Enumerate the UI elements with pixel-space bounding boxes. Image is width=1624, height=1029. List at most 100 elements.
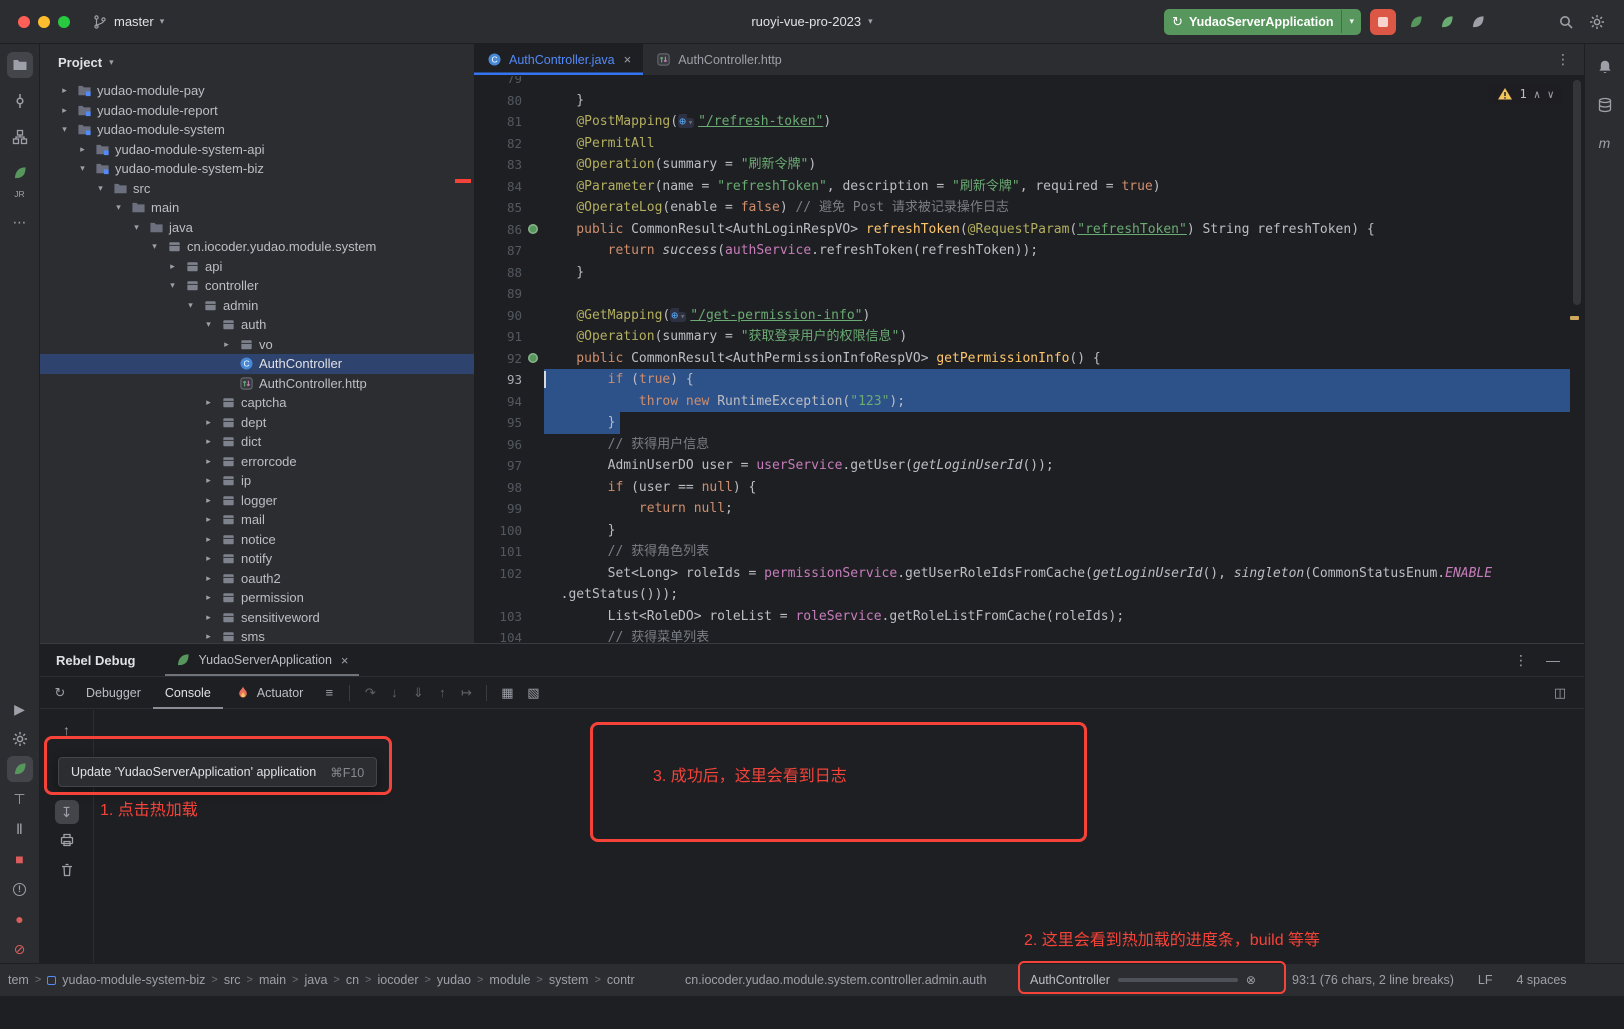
- line-number[interactable]: 91: [474, 326, 522, 348]
- debug-tab-console[interactable]: Console: [153, 677, 223, 709]
- tree-item-yudao-module-report[interactable]: ▸yudao-module-report: [40, 101, 474, 121]
- tree-item-cn-iocoder-yudao-module-system[interactable]: ▾cn.iocoder.yudao.module.system: [40, 237, 474, 257]
- chevron-open-icon[interactable]: ▾: [130, 222, 143, 233]
- code-line-83[interactable]: 83 @Operation(summary = "刷新令牌"): [474, 154, 1570, 176]
- tree-item-yudao-module-pay[interactable]: ▸yudao-module-pay: [40, 81, 474, 101]
- settings-gear-icon[interactable]: [1586, 11, 1608, 33]
- services-icon[interactable]: [7, 726, 33, 752]
- line-number[interactable]: 79: [474, 76, 522, 90]
- step-out-icon[interactable]: ↑: [430, 681, 454, 705]
- tree-item-yudao-module-system[interactable]: ▾yudao-module-system: [40, 120, 474, 140]
- chevron-closed-icon[interactable]: ▸: [202, 397, 215, 408]
- stop-button[interactable]: [1370, 9, 1396, 35]
- tab-authcontroller-java[interactable]: C AuthController.java ×: [474, 44, 643, 75]
- line-number[interactable]: 95: [474, 412, 522, 434]
- chevron-closed-icon[interactable]: ▸: [202, 495, 215, 506]
- line-number[interactable]: 90: [474, 305, 522, 327]
- tree-item-java[interactable]: ▾java: [40, 218, 474, 238]
- code-line-95[interactable]: 95 }: [474, 412, 1570, 434]
- layout-menu-icon[interactable]: ≡: [317, 681, 341, 705]
- tree-item-main[interactable]: ▾main: [40, 198, 474, 218]
- plugin-icon[interactable]: [1467, 11, 1489, 33]
- breadcrumb-item[interactable]: system: [549, 973, 589, 987]
- breadcrumb-item[interactable]: java: [304, 973, 327, 987]
- spring-bean-icon[interactable]: [522, 219, 544, 241]
- tab-options-kebab-icon[interactable]: ⋮: [1556, 51, 1584, 68]
- hide-panel-icon[interactable]: —: [1546, 652, 1560, 669]
- chevron-closed-icon[interactable]: ▸: [202, 456, 215, 467]
- line-number[interactable]: 87: [474, 240, 522, 262]
- tree-item-dept[interactable]: ▸dept: [40, 413, 474, 433]
- debug-tab-debugger[interactable]: Debugger: [74, 677, 153, 709]
- rerun-debug-icon[interactable]: ↻: [48, 681, 72, 705]
- line-number[interactable]: 82: [474, 133, 522, 155]
- notifications-icon[interactable]: [1592, 54, 1618, 80]
- more-tools-icon[interactable]: ⋯: [7, 209, 33, 235]
- code-line-100[interactable]: 100 }: [474, 520, 1570, 542]
- tree-item-logger[interactable]: ▸logger: [40, 491, 474, 511]
- split-window-icon[interactable]: ◫: [1548, 681, 1572, 705]
- caret-position-widget[interactable]: 93:1 (76 chars, 2 line breaks): [1292, 973, 1454, 987]
- database-icon[interactable]: [1592, 92, 1618, 118]
- line-number[interactable]: 89: [474, 283, 522, 305]
- minimize-window-button[interactable]: [38, 16, 50, 28]
- chevron-closed-icon[interactable]: ▸: [202, 592, 215, 603]
- tree-item-notify[interactable]: ▸notify: [40, 549, 474, 569]
- code-line-103[interactable]: 103 List<RoleDO> roleList = roleService.…: [474, 606, 1570, 628]
- tree-item-authcontroller[interactable]: CAuthController: [40, 354, 474, 374]
- chevron-closed-icon[interactable]: ▸: [202, 514, 215, 525]
- code-line-89[interactable]: 89: [474, 283, 1570, 305]
- code-line-87[interactable]: 87 return success(authService.refreshTok…: [474, 240, 1570, 262]
- chevron-closed-icon[interactable]: ▸: [202, 553, 215, 564]
- code-line-94[interactable]: 94 throw new RuntimeException("123");: [474, 391, 1570, 413]
- endpoints-icon[interactable]: ⊤: [7, 786, 33, 812]
- tree-item-mail[interactable]: ▸mail: [40, 510, 474, 530]
- jrebel-icon[interactable]: [7, 160, 33, 186]
- step-over-icon[interactable]: ↷: [358, 681, 382, 705]
- tab-authcontroller-http[interactable]: AuthController.http: [643, 44, 794, 75]
- tree-item-yudao-module-system-api[interactable]: ▸yudao-module-system-api: [40, 140, 474, 160]
- clear-all-icon[interactable]: [55, 858, 79, 882]
- chevron-open-icon[interactable]: ▾: [58, 124, 71, 135]
- rebel-debug-icon[interactable]: [7, 756, 33, 782]
- breadcrumb-item[interactable]: src: [224, 973, 241, 987]
- code-line-91[interactable]: 91 @Operation(summary = "获取登录用户的权限信息"): [474, 326, 1570, 348]
- tree-item-captcha[interactable]: ▸captcha: [40, 393, 474, 413]
- chevron-closed-icon[interactable]: ▸: [58, 105, 71, 116]
- more-options-kebab-icon[interactable]: ⋮: [1514, 652, 1528, 669]
- editor-scrollbar[interactable]: [1573, 80, 1581, 305]
- line-number[interactable]: 99: [474, 498, 522, 520]
- xrebel-icon[interactable]: [1436, 11, 1458, 33]
- restore-layout-grid-icon[interactable]: ▦: [495, 681, 519, 705]
- code-line-88[interactable]: 88 }: [474, 262, 1570, 284]
- line-number[interactable]: 80: [474, 90, 522, 112]
- mute-breakpoints-icon[interactable]: ⊘: [7, 936, 33, 962]
- chevron-closed-icon[interactable]: ▸: [202, 573, 215, 584]
- code-line-92[interactable]: 92 public CommonResult<AuthPermissionInf…: [474, 348, 1570, 370]
- close-session-icon[interactable]: ×: [341, 653, 349, 668]
- code-line-104[interactable]: 104 // 获得菜单列表: [474, 627, 1570, 643]
- jrebel-run-icon[interactable]: [1405, 11, 1427, 33]
- line-number[interactable]: 93: [474, 369, 522, 391]
- chevron-closed-icon[interactable]: ▸: [202, 475, 215, 486]
- show-execution-point-icon[interactable]: ↑: [55, 718, 79, 742]
- line-number[interactable]: 97: [474, 455, 522, 477]
- code-line-93[interactable]: 93 if (true) {: [474, 369, 1570, 391]
- tree-item-admin[interactable]: ▾admin: [40, 296, 474, 316]
- chevron-open-icon[interactable]: ▾: [184, 300, 197, 311]
- run-to-cursor-icon[interactable]: ↦: [454, 681, 478, 705]
- code-line-82[interactable]: 82 @PermitAll: [474, 133, 1570, 155]
- line-number[interactable]: 88: [474, 262, 522, 284]
- chevron-closed-icon[interactable]: ▸: [202, 417, 215, 428]
- project-panel-header[interactable]: Project ▾: [40, 44, 474, 80]
- code-line-85[interactable]: 85 @OperateLog(enable = false) // 避免 Pos…: [474, 197, 1570, 219]
- code-line-99[interactable]: 99 return null;: [474, 498, 1570, 520]
- breadcrumb-item[interactable]: contr: [607, 973, 635, 987]
- line-number[interactable]: 84: [474, 176, 522, 198]
- tree-item-permission[interactable]: ▸permission: [40, 588, 474, 608]
- scroll-to-end-icon[interactable]: ↧: [55, 800, 79, 824]
- code-line-wrap[interactable]: .getStatus()));: [474, 584, 1570, 606]
- breadcrumb-item[interactable]: main: [259, 973, 286, 987]
- tree-item-sensitiveword[interactable]: ▸sensitiveword: [40, 608, 474, 628]
- print-icon[interactable]: [55, 828, 79, 852]
